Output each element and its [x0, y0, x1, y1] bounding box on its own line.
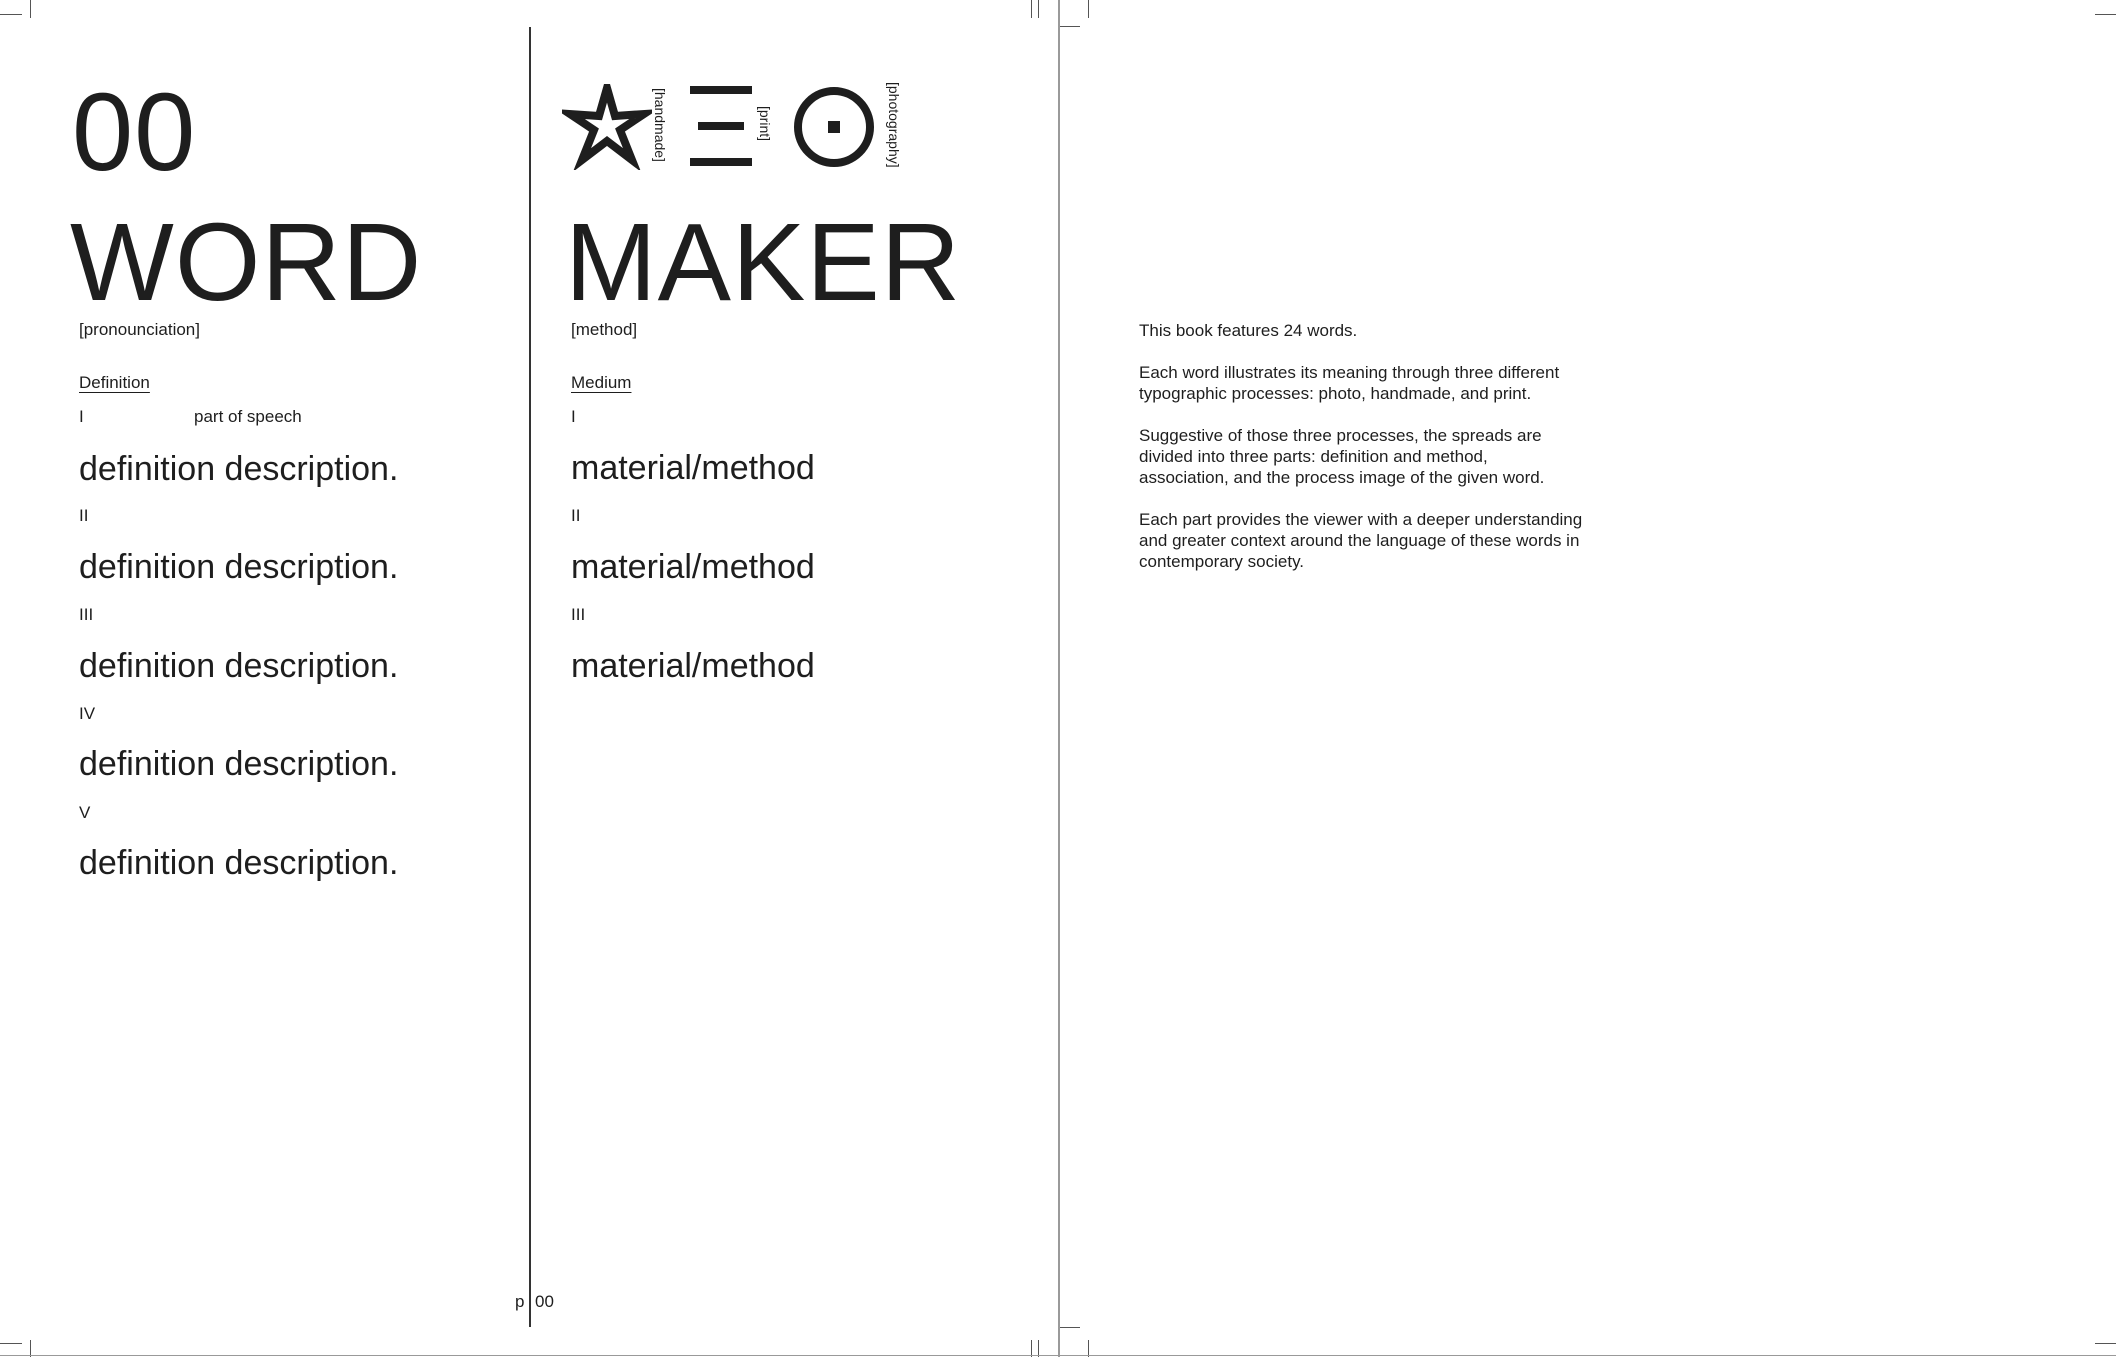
- intro-text: This book features 24 words. Each word i…: [1139, 320, 1599, 572]
- method-label: [method]: [571, 320, 638, 339]
- intro-paragraph: Suggestive of those three processes, the…: [1139, 426, 1545, 487]
- material-numeral: II: [571, 506, 581, 525]
- material-numeral: I: [571, 407, 576, 426]
- definition-numeral: II: [79, 506, 89, 525]
- theta-icon: [794, 87, 874, 167]
- material-text: material/method: [571, 548, 815, 586]
- intro-paragraph: This book features 24 words.: [1139, 321, 1358, 340]
- asterisk-icon: [562, 84, 652, 170]
- crop-mark: [2095, 1343, 2116, 1344]
- maker-title: MAKER: [565, 201, 962, 324]
- word-number: 00: [72, 71, 197, 194]
- definition-text: definition description.: [79, 548, 399, 586]
- material-text: material/method: [571, 647, 815, 685]
- definition-text: definition description.: [79, 745, 399, 783]
- crop-mark: [1038, 0, 1039, 18]
- crop-mark: [0, 14, 22, 15]
- xi-icon: [690, 86, 752, 166]
- crop-mark: [1058, 26, 1080, 27]
- folio-p: p: [515, 1292, 525, 1311]
- pronunciation: [pronounciation]: [79, 320, 200, 339]
- definition-text: definition description.: [79, 647, 399, 685]
- folio-number: 00: [535, 1292, 554, 1311]
- column-divider: [529, 27, 531, 1327]
- intro-paragraph: Each word illustrates its meaning throug…: [1139, 363, 1560, 403]
- medium-heading: Medium: [571, 373, 632, 392]
- crop-mark: [1058, 1327, 1080, 1328]
- material-text: material/method: [571, 449, 815, 487]
- definition-numeral: V: [79, 803, 91, 822]
- word-title: WORD: [70, 201, 423, 324]
- crop-mark: [2095, 14, 2116, 15]
- crop-mark: [30, 0, 31, 18]
- definition-text: definition description.: [79, 844, 399, 882]
- crop-mark: [1031, 0, 1032, 18]
- definition-numeral: I: [79, 407, 84, 426]
- part-of-speech: part of speech: [194, 407, 302, 426]
- crop-mark: [0, 1343, 22, 1344]
- definition-numeral: III: [79, 605, 94, 624]
- print-label: [print]: [757, 106, 773, 142]
- intro-paragraph: Each part provides the viewer with a dee…: [1139, 510, 1583, 571]
- photography-label: [photography]: [886, 82, 902, 168]
- handmade-label: [handmade]: [652, 88, 668, 162]
- material-numeral: III: [571, 605, 586, 624]
- definition-text: definition description.: [79, 450, 399, 488]
- definition-heading: Definition: [79, 373, 150, 392]
- crop-mark: [1088, 0, 1089, 18]
- spread-gutter: [1058, 0, 1060, 1357]
- definition-numeral: IV: [79, 704, 96, 723]
